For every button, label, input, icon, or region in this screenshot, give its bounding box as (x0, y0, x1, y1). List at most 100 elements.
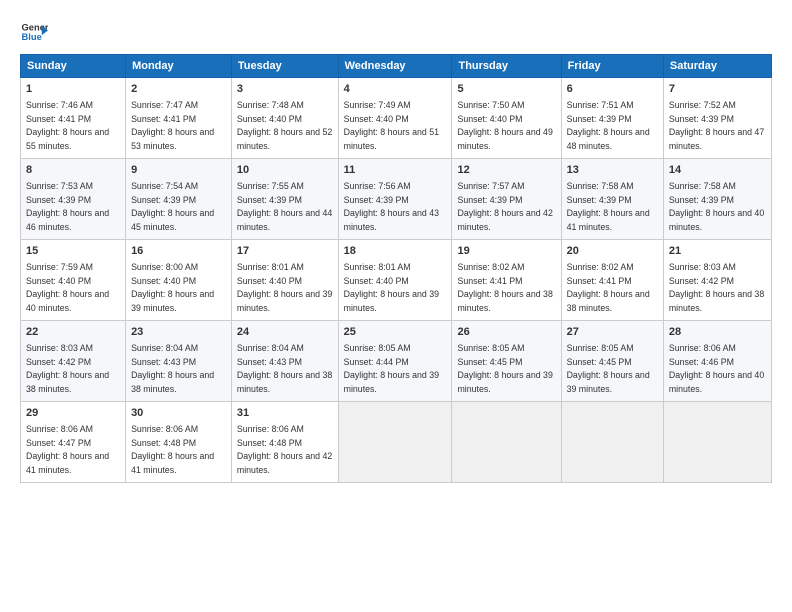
header-day-friday: Friday (561, 55, 663, 78)
logo-icon: General Blue (20, 18, 48, 46)
header-row: SundayMondayTuesdayWednesdayThursdayFrid… (21, 55, 772, 78)
day-number: 27 (567, 325, 658, 341)
day-cell: 20Sunrise: 8:02 AMSunset: 4:41 PMDayligh… (561, 240, 663, 321)
day-number: 8 (26, 163, 120, 179)
day-number: 3 (237, 82, 333, 98)
day-cell: 7 Sunrise: 7:52 AMSunset: 4:39 PMDaylight… (663, 78, 771, 159)
week-row-3: 15 Sunrise: 7:59 AMSunset: 4:40 PMDayligh… (21, 240, 772, 321)
day-number: 20 (567, 244, 658, 260)
week-row-1: 1Sunrise: 7:46 AMSunset: 4:41 PMDaylight… (21, 78, 772, 159)
day-cell: 31 Sunrise: 8:06 AMSunset: 4:48 PMDayligh… (231, 402, 338, 483)
day-info: Sunrise: 7:51 AMSunset: 4:39 PMDaylight:… (567, 100, 650, 151)
day-cell: 1Sunrise: 7:46 AMSunset: 4:41 PMDaylight… (21, 78, 126, 159)
day-info: Sunrise: 7:55 AMSunset: 4:39 PMDaylight:… (237, 181, 332, 232)
day-number: 1 (26, 82, 120, 98)
day-cell (338, 402, 452, 483)
day-info: Sunrise: 8:06 AMSunset: 4:47 PMDaylight:… (26, 424, 109, 475)
day-info: Sunrise: 7:52 AMSunset: 4:39 PMDaylight:… (669, 100, 764, 151)
day-number: 18 (344, 244, 447, 260)
header-day-tuesday: Tuesday (231, 55, 338, 78)
day-info: Sunrise: 7:59 AMSunset: 4:40 PMDaylight:… (26, 262, 109, 313)
day-cell: 12 Sunrise: 7:57 AMSunset: 4:39 PMDayligh… (452, 159, 561, 240)
day-number: 9 (131, 163, 226, 179)
day-cell (663, 402, 771, 483)
day-info: Sunrise: 7:56 AMSunset: 4:39 PMDaylight:… (344, 181, 439, 232)
day-number: 4 (344, 82, 447, 98)
day-info: Sunrise: 8:04 AMSunset: 4:43 PMDaylight:… (237, 343, 332, 394)
day-number: 7 (669, 82, 766, 98)
header-day-monday: Monday (126, 55, 232, 78)
day-number: 14 (669, 163, 766, 179)
header: General Blue (20, 18, 772, 46)
day-info: Sunrise: 8:03 AMSunset: 4:42 PMDaylight:… (26, 343, 109, 394)
day-number: 13 (567, 163, 658, 179)
day-number: 15 (26, 244, 120, 260)
day-info: Sunrise: 7:53 AMSunset: 4:39 PMDaylight:… (26, 181, 109, 232)
day-info: Sunrise: 7:48 AMSunset: 4:40 PMDaylight:… (237, 100, 332, 151)
week-row-4: 22 Sunrise: 8:03 AMSunset: 4:42 PMDayligh… (21, 321, 772, 402)
day-info: Sunrise: 8:06 AMSunset: 4:48 PMDaylight:… (237, 424, 332, 475)
day-number: 19 (457, 244, 555, 260)
day-info: Sunrise: 7:47 AMSunset: 4:41 PMDaylight:… (131, 100, 214, 151)
day-cell: 11Sunrise: 7:56 AMSunset: 4:39 PMDayligh… (338, 159, 452, 240)
day-cell: 13Sunrise: 7:58 AMSunset: 4:39 PMDayligh… (561, 159, 663, 240)
day-info: Sunrise: 7:54 AMSunset: 4:39 PMDaylight:… (131, 181, 214, 232)
day-cell: 18Sunrise: 8:01 AMSunset: 4:40 PMDayligh… (338, 240, 452, 321)
header-day-saturday: Saturday (663, 55, 771, 78)
day-number: 12 (457, 163, 555, 179)
day-info: Sunrise: 7:50 AMSunset: 4:40 PMDaylight:… (457, 100, 552, 151)
day-cell: 15 Sunrise: 7:59 AMSunset: 4:40 PMDayligh… (21, 240, 126, 321)
day-cell: 30 Sunrise: 8:06 AMSunset: 4:48 PMDayligh… (126, 402, 232, 483)
day-number: 26 (457, 325, 555, 341)
day-number: 17 (237, 244, 333, 260)
week-row-2: 8 Sunrise: 7:53 AMSunset: 4:39 PMDaylight… (21, 159, 772, 240)
day-cell: 23 Sunrise: 8:04 AMSunset: 4:43 PMDayligh… (126, 321, 232, 402)
logo: General Blue (20, 18, 48, 46)
day-info: Sunrise: 8:06 AMSunset: 4:48 PMDaylight:… (131, 424, 214, 475)
day-number: 25 (344, 325, 447, 341)
day-info: Sunrise: 8:01 AMSunset: 4:40 PMDaylight:… (237, 262, 332, 313)
day-cell: 27 Sunrise: 8:05 AMSunset: 4:45 PMDayligh… (561, 321, 663, 402)
day-info: Sunrise: 8:05 AMSunset: 4:45 PMDaylight:… (567, 343, 650, 394)
day-info: Sunrise: 7:58 AMSunset: 4:39 PMDaylight:… (669, 181, 764, 232)
day-number: 22 (26, 325, 120, 341)
day-cell: 17 Sunrise: 8:01 AMSunset: 4:40 PMDayligh… (231, 240, 338, 321)
day-info: Sunrise: 8:02 AMSunset: 4:41 PMDaylight:… (457, 262, 552, 313)
day-number: 10 (237, 163, 333, 179)
svg-text:Blue: Blue (22, 32, 42, 42)
header-day-thursday: Thursday (452, 55, 561, 78)
day-info: Sunrise: 8:03 AMSunset: 4:42 PMDaylight:… (669, 262, 764, 313)
day-number: 31 (237, 406, 333, 422)
calendar-table: SundayMondayTuesdayWednesdayThursdayFrid… (20, 54, 772, 483)
day-cell: 24 Sunrise: 8:04 AMSunset: 4:43 PMDayligh… (231, 321, 338, 402)
day-cell: 5 Sunrise: 7:50 AMSunset: 4:40 PMDaylight… (452, 78, 561, 159)
day-number: 30 (131, 406, 226, 422)
day-number: 5 (457, 82, 555, 98)
day-number: 23 (131, 325, 226, 341)
day-number: 24 (237, 325, 333, 341)
day-info: Sunrise: 7:57 AMSunset: 4:39 PMDaylight:… (457, 181, 552, 232)
day-info: Sunrise: 8:05 AMSunset: 4:45 PMDaylight:… (457, 343, 552, 394)
day-number: 29 (26, 406, 120, 422)
day-cell: 22 Sunrise: 8:03 AMSunset: 4:42 PMDayligh… (21, 321, 126, 402)
header-day-sunday: Sunday (21, 55, 126, 78)
day-info: Sunrise: 7:49 AMSunset: 4:40 PMDaylight:… (344, 100, 439, 151)
day-info: Sunrise: 8:04 AMSunset: 4:43 PMDaylight:… (131, 343, 214, 394)
day-info: Sunrise: 8:05 AMSunset: 4:44 PMDaylight:… (344, 343, 439, 394)
day-cell: 29 Sunrise: 8:06 AMSunset: 4:47 PMDayligh… (21, 402, 126, 483)
day-cell: 25 Sunrise: 8:05 AMSunset: 4:44 PMDayligh… (338, 321, 452, 402)
day-number: 2 (131, 82, 226, 98)
page: General Blue SundayMondayTuesdayWednesda… (0, 0, 792, 612)
day-number: 6 (567, 82, 658, 98)
day-cell (561, 402, 663, 483)
day-cell: 21Sunrise: 8:03 AMSunset: 4:42 PMDayligh… (663, 240, 771, 321)
day-cell: 4 Sunrise: 7:49 AMSunset: 4:40 PMDaylight… (338, 78, 452, 159)
day-cell: 8 Sunrise: 7:53 AMSunset: 4:39 PMDaylight… (21, 159, 126, 240)
day-info: Sunrise: 8:00 AMSunset: 4:40 PMDaylight:… (131, 262, 214, 313)
header-day-wednesday: Wednesday (338, 55, 452, 78)
day-number: 16 (131, 244, 226, 260)
day-cell: 28Sunrise: 8:06 AMSunset: 4:46 PMDayligh… (663, 321, 771, 402)
week-row-5: 29 Sunrise: 8:06 AMSunset: 4:47 PMDayligh… (21, 402, 772, 483)
day-cell: 16 Sunrise: 8:00 AMSunset: 4:40 PMDayligh… (126, 240, 232, 321)
day-cell: 3 Sunrise: 7:48 AMSunset: 4:40 PMDaylight… (231, 78, 338, 159)
